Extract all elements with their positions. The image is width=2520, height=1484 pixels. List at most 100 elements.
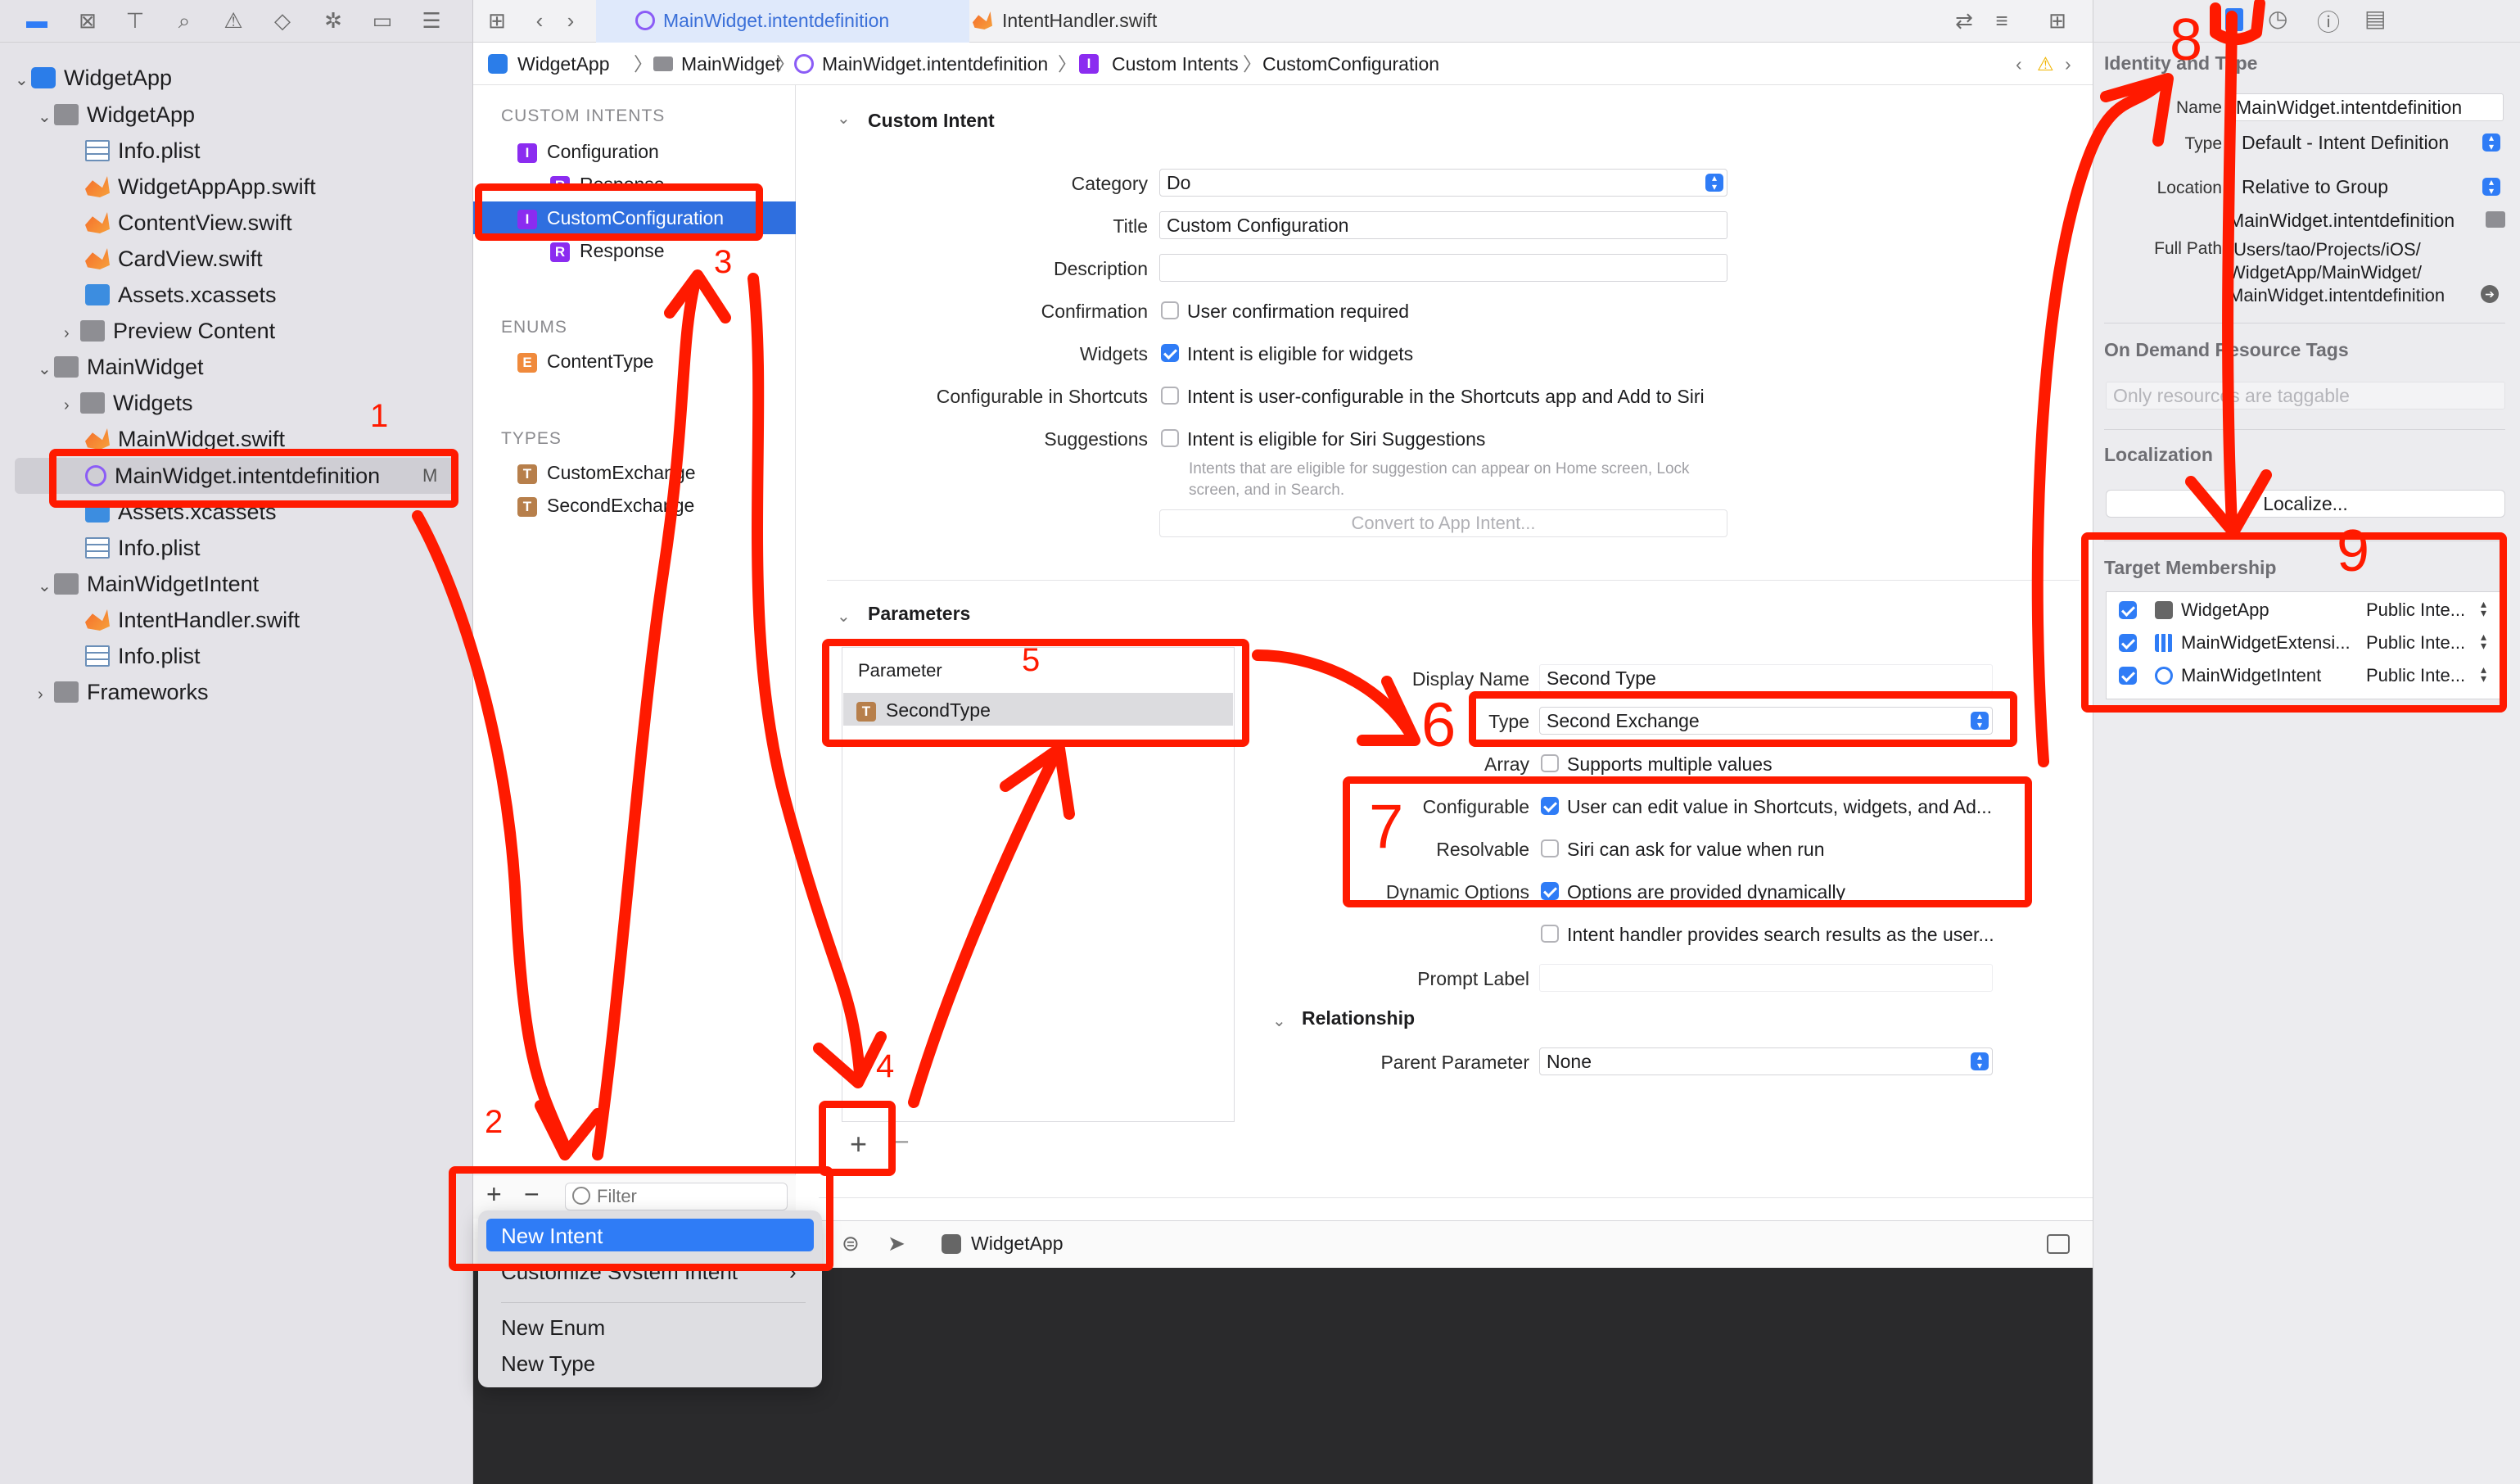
confirmation-checkbox[interactable] bbox=[1161, 301, 1179, 319]
tab-intentdefinition[interactable]: MainWidget.intentdefinition bbox=[596, 0, 969, 43]
stepper-icon: ▴ ▾ bbox=[2482, 177, 2500, 196]
identity-icon[interactable]: ▤ bbox=[2364, 5, 2386, 32]
test-icon[interactable]: ◇ bbox=[270, 8, 295, 33]
tree-row-file[interactable]: Assets.xcassets bbox=[85, 278, 277, 312]
breadcrumb-item[interactable]: MainWidget.intentdefinition bbox=[822, 43, 1048, 85]
tree-row-file[interactable]: Info.plist bbox=[85, 133, 201, 168]
category-popup[interactable]: Do ▴ ▾ bbox=[1159, 169, 1727, 197]
report-icon[interactable]: ☰ bbox=[419, 8, 444, 33]
next-issue-icon[interactable]: › bbox=[2065, 43, 2071, 85]
convert-to-app-intent-button[interactable]: Convert to App Intent... bbox=[1159, 509, 1727, 537]
name-label: Name bbox=[2175, 98, 2222, 117]
tree-row-file[interactable]: ContentView.swift bbox=[85, 206, 292, 240]
section-header-custom-intents: CUSTOM INTENTS bbox=[501, 106, 666, 125]
outline-item[interactable]: I Configuration bbox=[517, 136, 659, 167]
menu-item-new-type[interactable]: New Type bbox=[501, 1351, 595, 1377]
find-icon[interactable]: ⌕ bbox=[172, 8, 196, 33]
folder-icon[interactable] bbox=[2486, 211, 2505, 228]
previous-issue-icon[interactable]: ‹ bbox=[2016, 43, 2022, 85]
annotation-box-3 bbox=[475, 183, 763, 241]
outline-item[interactable]: E ContentType bbox=[517, 346, 653, 377]
title-field[interactable]: Custom Configuration bbox=[1159, 211, 1727, 239]
editor-options-icon[interactable]: ≡ bbox=[1989, 8, 2014, 33]
history-icon[interactable]: ◷ bbox=[2268, 5, 2287, 32]
annotation-box-9 bbox=[2081, 532, 2507, 713]
disclosure-chevron-icon[interactable]: ⌄ bbox=[1272, 1011, 1286, 1031]
tab-intenthandler[interactable]: IntentHandler.swift bbox=[969, 0, 1207, 43]
breadcrumb-item[interactable]: MainWidget bbox=[681, 43, 780, 85]
type-badge-icon: T bbox=[517, 464, 537, 484]
suggestions-checkbox[interactable] bbox=[1161, 429, 1179, 447]
file-type-popup[interactable]: Default - Intent Definition ▴ ▾ bbox=[2235, 129, 2504, 157]
reveal-in-finder-icon[interactable]: ➔ bbox=[2481, 285, 2499, 303]
disclosure-chevron-icon[interactable]: ⌄ bbox=[837, 108, 851, 129]
outline-item[interactable]: T CustomExchange bbox=[517, 457, 696, 488]
navigator-toolbar: ▬ ⊠ ⊤ ⌕ ⚠ ◇ ✲ ▭ ☰ bbox=[0, 0, 473, 43]
breadcrumb-item[interactable]: Custom Intents bbox=[1112, 43, 1239, 85]
description-field[interactable] bbox=[1159, 254, 1727, 282]
disclosure-chevron-icon[interactable]: ⌄ bbox=[837, 606, 851, 627]
tree-row-file[interactable]: Info.plist bbox=[85, 531, 201, 565]
breadcrumb-separator: 〉 bbox=[776, 53, 795, 75]
array-checkbox[interactable] bbox=[1541, 754, 1559, 772]
add-editor-icon[interactable]: ⊞ bbox=[2045, 8, 2070, 33]
tree-row-group[interactable]: › Preview Content bbox=[64, 314, 275, 348]
title-label: Title bbox=[1113, 215, 1148, 237]
toggle-console-icon[interactable] bbox=[2047, 1234, 2070, 1254]
localization-header: Localization bbox=[2104, 444, 2213, 465]
issue-icon[interactable]: ⚠ bbox=[221, 8, 246, 33]
grid-icon[interactable]: ⊞ bbox=[485, 8, 509, 33]
name-field[interactable]: MainWidget.intentdefinition bbox=[2229, 93, 2504, 121]
annotation-box-2 bbox=[449, 1166, 833, 1271]
environment-icon[interactable]: ⊜ bbox=[842, 1231, 860, 1256]
tree-row-group[interactable]: ⌄ WidgetApp bbox=[38, 97, 195, 132]
warning-icon[interactable]: ⚠ bbox=[2037, 43, 2054, 85]
breadcrumb-item[interactable]: WidgetApp bbox=[517, 43, 610, 85]
location-icon[interactable]: ➤ bbox=[887, 1231, 905, 1256]
shortcuts-checkbox[interactable] bbox=[1161, 387, 1179, 405]
tree-row-project[interactable]: ⌄ WidgetApp bbox=[15, 61, 172, 95]
swap-icon[interactable]: ⇄ bbox=[1952, 8, 1976, 33]
annotation-number-8: 8 bbox=[2170, 7, 2203, 73]
parent-parameter-popup[interactable]: None ▴ ▾ bbox=[1539, 1047, 1993, 1075]
menu-item-new-enum[interactable]: New Enum bbox=[501, 1315, 605, 1341]
prompt-label-field[interactable] bbox=[1539, 964, 1993, 992]
breakpoint-icon[interactable]: ▭ bbox=[370, 8, 395, 33]
source-control-icon[interactable]: ⊠ bbox=[75, 8, 100, 33]
tree-row-file[interactable]: CardView.swift bbox=[85, 242, 263, 276]
debug-icon[interactable]: ✲ bbox=[321, 8, 345, 33]
xcode-project-icon bbox=[31, 67, 56, 88]
widgets-checkbox[interactable] bbox=[1161, 344, 1179, 362]
tree-row-file[interactable]: Info.plist bbox=[85, 639, 201, 673]
tree-row-file[interactable]: WidgetAppApp.swift bbox=[85, 170, 316, 204]
folder-navigator-icon[interactable]: ▬ bbox=[25, 8, 49, 33]
forward-icon[interactable]: › bbox=[558, 8, 583, 33]
remove-parameter-icon[interactable]: − bbox=[894, 1127, 910, 1157]
location-popup[interactable]: Relative to Group ▴ ▾ bbox=[2235, 174, 2504, 201]
outline-item[interactable]: T SecondExchange bbox=[517, 490, 694, 521]
localize-button[interactable]: Localize... bbox=[2106, 490, 2505, 518]
back-icon[interactable]: ‹ bbox=[527, 8, 552, 33]
breadcrumb-item[interactable]: CustomConfiguration bbox=[1262, 43, 1439, 85]
tree-row-group[interactable]: › Widgets bbox=[64, 386, 193, 420]
tree-row-file[interactable]: IntentHandler.swift bbox=[85, 603, 300, 637]
divider bbox=[2104, 429, 2505, 430]
odr-header: On Demand Resource Tags bbox=[2104, 339, 2349, 360]
symbol-navigator-icon[interactable]: ⊤ bbox=[123, 8, 147, 33]
tree-row-group[interactable]: ⌄ MainWidget bbox=[38, 350, 204, 384]
tree-row-group[interactable]: › Frameworks bbox=[38, 675, 209, 709]
category-label: Category bbox=[1071, 173, 1148, 194]
intent-definition-icon bbox=[794, 54, 814, 74]
folder-icon bbox=[653, 57, 673, 71]
plist-icon bbox=[85, 645, 110, 667]
shortcuts-label: Configurable in Shortcuts bbox=[936, 386, 1148, 407]
help-icon[interactable]: ⓘ bbox=[2317, 5, 2340, 38]
shortcuts-text: Intent is user-configurable in the Short… bbox=[1187, 386, 1705, 407]
scheme-label[interactable]: WidgetApp bbox=[971, 1233, 1064, 1255]
tree-row-group[interactable]: ⌄ MainWidgetIntent bbox=[38, 567, 259, 601]
odr-tags-field[interactable]: Only resources are taggable bbox=[2106, 382, 2505, 409]
suggestions-note: Intents that are eligible for suggestion… bbox=[1189, 460, 1690, 499]
display-name-field[interactable]: Second Type bbox=[1539, 664, 1993, 692]
search-results-checkbox[interactable] bbox=[1541, 925, 1559, 943]
file-inspector-icon[interactable] bbox=[2225, 8, 2243, 31]
